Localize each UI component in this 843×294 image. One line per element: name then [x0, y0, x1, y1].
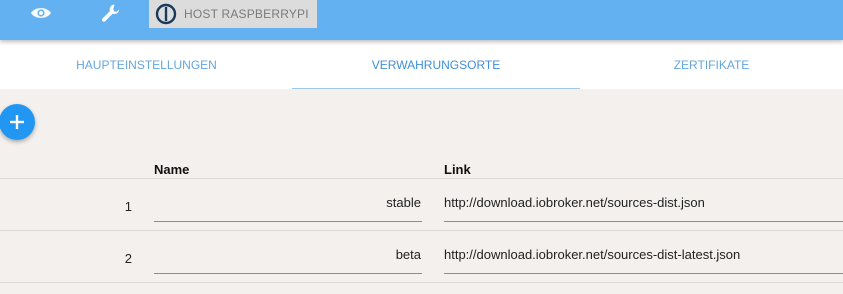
repository-name-input[interactable]: beta: [154, 243, 422, 274]
add-repository-button[interactable]: [0, 104, 35, 140]
wrench-icon[interactable]: [91, 0, 131, 26]
tab-zertifikate[interactable]: ZERTIFIKATE: [580, 40, 843, 89]
eye-icon[interactable]: [21, 0, 61, 26]
table-row: 2 beta http://download.iobroker.net/sour…: [0, 231, 843, 283]
top-app-bar: HOST RASPBERRYPI: [0, 0, 843, 40]
row-index: 1: [124, 199, 132, 214]
column-header-link: Link: [444, 162, 471, 177]
settings-tabs: HAUPTEINSTELLUNGEN VERWAHRUNGSORTE ZERTI…: [0, 40, 843, 89]
repository-name-input[interactable]: stable: [154, 191, 422, 222]
column-header-name: Name: [154, 162, 190, 177]
repository-link-input[interactable]: http://download.iobroker.net/sources-dis…: [444, 243, 843, 274]
iobroker-logo-icon: [155, 3, 177, 25]
plus-icon: [10, 115, 24, 129]
repository-link-input[interactable]: http://download.iobroker.net/sources-dis…: [444, 191, 843, 222]
row-index: 2: [124, 251, 132, 266]
host-label: HOST RASPBERRYPI: [184, 7, 309, 21]
table-row: 1 stable http://download.iobroker.net/so…: [0, 179, 843, 231]
active-tab-indicator: [292, 88, 580, 89]
tab-verwahrungsorte[interactable]: VERWAHRUNGSORTE: [292, 40, 580, 89]
host-selector[interactable]: HOST RASPBERRYPI: [149, 0, 317, 28]
tab-haupteinstellungen[interactable]: HAUPTEINSTELLUNGEN: [0, 40, 293, 89]
